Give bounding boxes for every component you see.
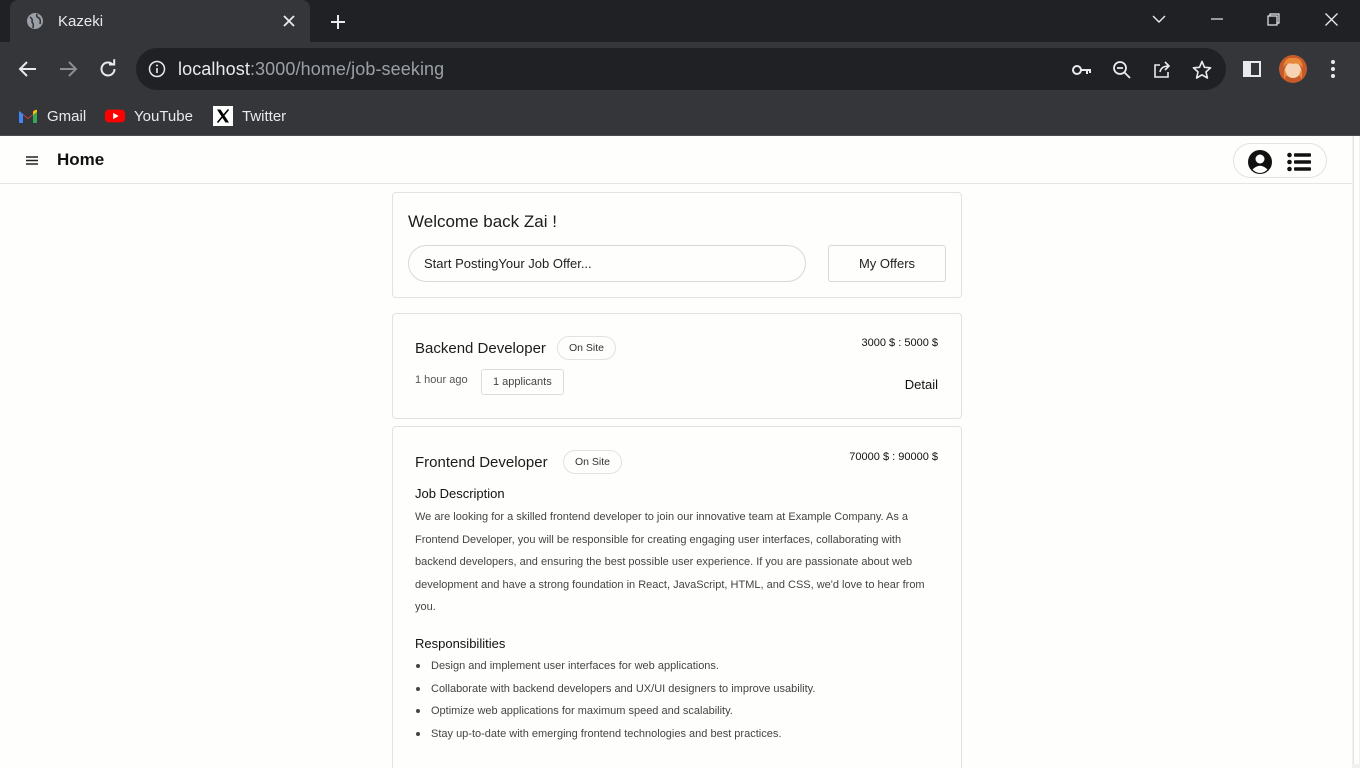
list-icon — [1287, 150, 1311, 174]
detail-link[interactable]: Detail — [905, 377, 938, 392]
list-item: Stay up-to-date with emerging frontend t… — [415, 723, 935, 746]
tab-search-chevron-icon[interactable] — [1131, 0, 1187, 38]
key-icon[interactable] — [1071, 59, 1093, 81]
responsibilities-list: Design and implement user interfaces for… — [415, 655, 935, 745]
gmail-icon — [18, 106, 38, 126]
user-menu-button[interactable] — [1233, 143, 1327, 178]
browser-toolbar: localhost:3000/home/job-seeking — [0, 42, 1360, 96]
bookmark-youtube[interactable]: YouTube — [105, 104, 193, 128]
side-panel-icon[interactable] — [1237, 54, 1267, 84]
page-viewport: Home Welcome back Zai ! Start PostingYou… — [0, 136, 1352, 768]
tab-title: Kazeki — [58, 12, 104, 30]
location-type-badge: On Site — [557, 336, 617, 360]
post-job-offer-input[interactable]: Start PostingYour Job Offer... — [408, 245, 806, 282]
job-card: Frontend Developer On Site 70000 $ : 900… — [392, 426, 962, 768]
browser-tab-strip: Kazeki — [0, 0, 1360, 42]
restore-icon[interactable] — [1245, 0, 1301, 38]
location-type-badge: On Site — [563, 450, 623, 474]
url-text: localhost:3000/home/job-seeking — [178, 59, 444, 80]
bookmarks-bar: Gmail YouTube Twitter — [0, 96, 1360, 136]
bookmark-twitter[interactable]: Twitter — [213, 104, 286, 128]
page-title: Home — [57, 150, 105, 169]
share-icon[interactable] — [1151, 59, 1173, 81]
job-card[interactable]: Backend Developer On Site 3000 $ : 5000 … — [392, 313, 962, 419]
applicants-count-badge[interactable]: 1 applicants — [481, 369, 564, 395]
minimize-icon[interactable] — [1189, 0, 1245, 38]
youtube-icon — [105, 106, 125, 126]
job-description-text: We are looking for a skilled frontend de… — [415, 511, 925, 613]
posted-time: 1 hour ago — [415, 374, 468, 386]
hamburger-menu-icon[interactable] — [22, 151, 42, 169]
bookmark-label: Gmail — [47, 107, 87, 125]
salary-range: 3000 $ : 5000 $ — [861, 337, 938, 349]
site-info-icon[interactable] — [148, 60, 166, 78]
list-item: Collaborate with backend developers and … — [415, 678, 935, 701]
welcome-greeting: Welcome back Zai ! — [408, 212, 557, 231]
responsibilities-heading: Responsibilities — [415, 636, 506, 651]
job-description-heading: Job Description — [415, 486, 505, 501]
forward-arrow-icon[interactable] — [53, 54, 83, 84]
url-path: :3000/home/job-seeking — [249, 59, 445, 79]
page-scrollbar[interactable] — [1352, 136, 1360, 768]
browser-tab[interactable]: Kazeki — [10, 0, 310, 42]
bookmark-label: Twitter — [242, 107, 287, 125]
address-bar[interactable]: localhost:3000/home/job-seeking — [136, 48, 1226, 90]
bookmark-gmail[interactable]: Gmail — [18, 104, 86, 128]
welcome-card: Welcome back Zai ! Start PostingYour Job… — [392, 192, 962, 298]
job-title: Backend Developer — [415, 340, 546, 357]
new-tab-plus-icon[interactable] — [324, 8, 352, 36]
tab-close-icon[interactable] — [278, 10, 300, 32]
window-close-icon[interactable] — [1303, 0, 1359, 38]
url-host: localhost — [178, 59, 250, 79]
app-header: Home — [0, 136, 1352, 184]
zoom-out-icon[interactable] — [1111, 59, 1133, 81]
x-twitter-icon — [213, 106, 233, 126]
bookmark-star-icon[interactable] — [1191, 59, 1213, 81]
list-item: Design and implement user interfaces for… — [415, 655, 935, 678]
user-circle-icon — [1248, 150, 1272, 174]
job-title: Frontend Developer — [415, 454, 548, 471]
my-offers-button[interactable]: My Offers — [828, 245, 946, 282]
globe-icon — [26, 12, 44, 30]
salary-range: 70000 $ : 90000 $ — [849, 451, 938, 463]
back-arrow-icon[interactable] — [13, 54, 43, 84]
profile-avatar[interactable] — [1278, 54, 1308, 84]
reload-icon[interactable] — [93, 54, 123, 84]
scrollbar-thumb[interactable] — [1353, 136, 1359, 764]
bookmark-label: YouTube — [134, 107, 193, 125]
list-item: Optimize web applications for maximum sp… — [415, 700, 935, 723]
kebab-menu-icon[interactable] — [1318, 54, 1348, 84]
